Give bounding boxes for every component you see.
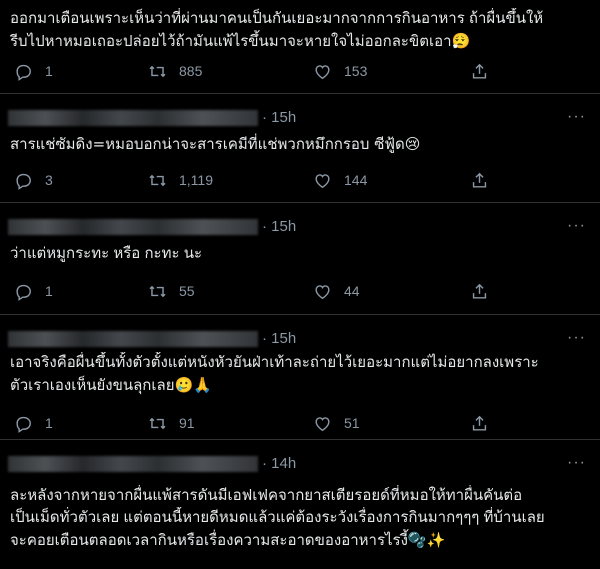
reply-icon: [14, 282, 33, 301]
tweet-timestamp[interactable]: · 15h: [262, 330, 296, 347]
reply-count: 1: [45, 63, 53, 79]
blurred-user-name: [8, 331, 258, 347]
retweet-icon: [148, 282, 167, 301]
tweet-text-line: เอาจริงคือผื่นขึ้นทั้งตัวตั้งแต่หนังหัวย…: [10, 354, 539, 371]
like-count: 144: [344, 172, 368, 188]
tweet-actions: 1 885 153: [0, 60, 600, 82]
like-icon: [313, 282, 332, 301]
retweet-button[interactable]: 1,119: [148, 169, 213, 191]
like-icon: [313, 171, 332, 190]
tweet[interactable]: · 14h ··· ละหลังจากหายจากผื่นแพ้สารดันมี…: [0, 441, 600, 569]
reply-count: 1: [45, 283, 53, 299]
tweet[interactable]: · 15h ··· สารแช่ซัมดิง=หมอบอกน่าจะสารเคม…: [0, 95, 600, 203]
retweet-count: 91: [179, 415, 195, 431]
tweet-feed: ออกมาเตือนเพราะเห็นว่าที่ผ่านมาคนเป็นกัน…: [0, 0, 600, 569]
more-options-icon[interactable]: ···: [567, 330, 586, 346]
retweet-button[interactable]: 91: [148, 412, 195, 434]
tweet-text: ละหลังจากหายจากผื่นแพ้สารดันมีเอฟเฟคจากย…: [10, 485, 592, 551]
tweet-text-line: ออกมาเตือนเพราะเห็นว่าที่ผ่านมาคนเป็นกัน…: [10, 10, 544, 27]
retweet-count: 885: [179, 63, 203, 79]
more-options-icon[interactable]: ···: [567, 455, 586, 471]
tweet-text-line: ว่าแต่หมูกระทะ หรือ กะทะ นะ: [10, 245, 203, 262]
retweet-icon: [148, 62, 167, 81]
share-icon: [470, 171, 489, 190]
tweet-text: สารแช่ซัมดิง=หมอบอกน่าจะสารเคมีที่แช่พวก…: [10, 133, 592, 155]
tweet-header: · 15h ···: [0, 326, 600, 350]
like-icon: [313, 62, 332, 81]
tweet-text-line: สารแช่ซัมดิง=หมอบอกน่าจะสารเคมีที่แช่พวก…: [10, 135, 421, 153]
like-icon: [313, 414, 332, 433]
tweet-text: เอาจริงคือผื่นขึ้นทั้งตัวตั้งแต่หนังหัวย…: [10, 352, 592, 396]
tweet-actions: 1 91 51: [0, 412, 600, 434]
blurred-user-name: [8, 110, 258, 126]
more-options-icon[interactable]: ···: [567, 109, 586, 125]
reply-button[interactable]: 1: [14, 280, 53, 302]
like-count: 44: [344, 283, 360, 299]
tweet-text: ว่าแต่หมูกระทะ หรือ กะทะ นะ: [10, 243, 592, 265]
tweet-actions: 3 1,119 144: [0, 169, 600, 191]
like-button[interactable]: 51: [313, 412, 360, 434]
tweet-header: · 15h ···: [0, 214, 600, 238]
tweet-header: · 14h ···: [0, 451, 600, 475]
like-button[interactable]: 144: [313, 169, 367, 191]
tweet-text-line: ตัวเราเองเห็นยังขนลุกเลย🥲🙏: [10, 376, 212, 394]
tweet-timestamp[interactable]: · 14h: [262, 455, 296, 472]
retweet-button[interactable]: 55: [148, 280, 195, 302]
tweet-timestamp[interactable]: · 15h: [262, 218, 296, 235]
tweet[interactable]: ออกมาเตือนเพราะเห็นว่าที่ผ่านมาคนเป็นกัน…: [0, 0, 600, 94]
tweet-actions: 1 55 44: [0, 280, 600, 302]
reply-count: 1: [45, 415, 53, 431]
blurred-user-name: [8, 219, 258, 235]
reply-button[interactable]: 3: [14, 169, 53, 191]
blurred-user-name: [8, 456, 258, 472]
tweet-text-line: จะคอยเตือนตลอดเวลากินหรือเรื่องความสะอาด…: [10, 531, 446, 549]
tweet-text: ออกมาเตือนเพราะเห็นว่าที่ผ่านมาคนเป็นกัน…: [10, 8, 592, 52]
like-button[interactable]: 44: [313, 280, 360, 302]
share-icon: [470, 414, 489, 433]
retweet-icon: [148, 414, 167, 433]
tweet-text-line: เป็นเม็ดทั่วตัวเลย แต่ตอนนี้หายดีหมดแล้ว…: [10, 509, 545, 526]
reply-count: 3: [45, 172, 53, 188]
share-button[interactable]: [470, 60, 489, 82]
tweet-text-line: ละหลังจากหายจากผื่นแพ้สารดันมีเอฟเฟคจากย…: [10, 487, 523, 504]
retweet-count: 55: [179, 283, 195, 299]
share-icon: [470, 62, 489, 81]
more-options-icon[interactable]: ···: [567, 218, 586, 234]
reply-icon: [14, 62, 33, 81]
share-button[interactable]: [470, 280, 489, 302]
retweet-icon: [148, 171, 167, 190]
tweet[interactable]: · 15h ··· ว่าแต่หมูกระทะ หรือ กะทะ นะ 1 …: [0, 204, 600, 315]
reply-button[interactable]: 1: [14, 412, 53, 434]
like-count: 51: [344, 415, 360, 431]
share-icon: [470, 282, 489, 301]
tweet[interactable]: · 15h ··· เอาจริงคือผื่นขึ้นทั้งตัวตั้งแ…: [0, 316, 600, 440]
share-button[interactable]: [470, 169, 489, 191]
retweet-count: 1,119: [179, 172, 213, 188]
like-button[interactable]: 153: [313, 60, 367, 82]
tweet-header: · 15h ···: [0, 105, 600, 129]
retweet-button[interactable]: 885: [148, 60, 202, 82]
reply-icon: [14, 171, 33, 190]
reply-icon: [14, 414, 33, 433]
tweet-text-line: รีบไปหาหมอเถอะปล่อยไว้ถ้ามันแพ้ไรขึ้นมาจ…: [10, 32, 471, 50]
share-button[interactable]: [470, 412, 489, 434]
like-count: 153: [344, 63, 368, 79]
reply-button[interactable]: 1: [14, 60, 53, 82]
tweet-timestamp[interactable]: · 15h: [262, 109, 296, 126]
